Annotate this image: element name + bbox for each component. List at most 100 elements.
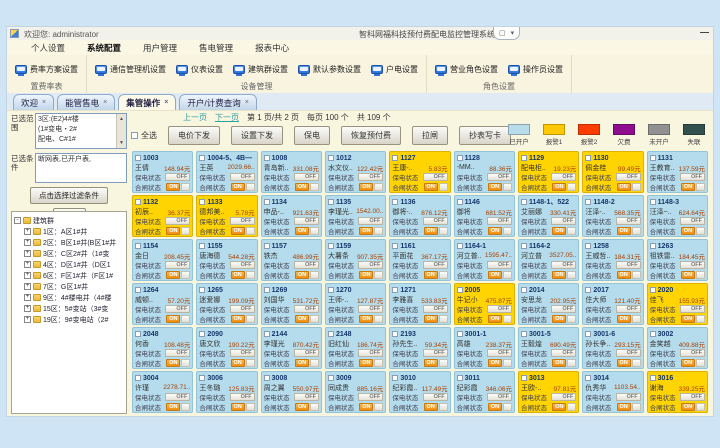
card-checkbox[interactable] bbox=[135, 243, 141, 249]
switch-on-button[interactable]: ON bbox=[295, 227, 309, 235]
select-all-checkbox[interactable] bbox=[131, 132, 138, 139]
card-checkbox[interactable] bbox=[392, 199, 398, 205]
card-checkbox[interactable] bbox=[521, 375, 527, 381]
switch-on-button[interactable]: ON bbox=[552, 315, 566, 323]
switch-on-button[interactable]: ON bbox=[552, 271, 566, 279]
switch-on-button[interactable]: ON bbox=[424, 183, 438, 191]
listbox-scrollbar[interactable]: ▲▼ bbox=[116, 114, 126, 148]
switch-on-button[interactable]: ON bbox=[295, 271, 309, 279]
ribbon-button[interactable]: 操作员设置 bbox=[508, 64, 563, 75]
window-controls[interactable]: ▢ ▾ bbox=[493, 27, 520, 40]
switch-on-button[interactable]: ON bbox=[424, 403, 438, 411]
menu-item[interactable]: 售电管理 bbox=[199, 42, 233, 54]
switch-on-button[interactable]: ON bbox=[359, 359, 373, 367]
power-keep-off-button[interactable]: OFF bbox=[616, 173, 641, 181]
power-keep-off-button[interactable]: OFF bbox=[680, 217, 705, 225]
card-checkbox[interactable] bbox=[264, 375, 270, 381]
card-checkbox[interactable] bbox=[328, 287, 334, 293]
toolbar-button[interactable]: 恢复预付费 bbox=[341, 126, 401, 145]
card-checkbox[interactable] bbox=[328, 199, 334, 205]
expand-box-icon[interactable]: + bbox=[24, 283, 31, 290]
switch-on-button[interactable]: ON bbox=[231, 403, 245, 411]
switch-on-button[interactable]: ON bbox=[166, 271, 180, 279]
expand-box-icon[interactable]: + bbox=[24, 316, 31, 323]
power-keep-off-button[interactable]: OFF bbox=[423, 393, 448, 401]
toolbar-button[interactable]: 电价下发 bbox=[168, 126, 220, 145]
switch-on-button[interactable]: ON bbox=[231, 227, 245, 235]
power-keep-off-button[interactable]: OFF bbox=[230, 173, 255, 181]
switch-on-button[interactable]: ON bbox=[295, 183, 309, 191]
power-keep-off-button[interactable]: OFF bbox=[230, 349, 255, 357]
switch-on-button[interactable]: ON bbox=[424, 227, 438, 235]
scroll-up-icon[interactable]: ▲ bbox=[119, 114, 124, 124]
power-keep-off-button[interactable]: OFF bbox=[616, 393, 641, 401]
tab-close-icon[interactable]: × bbox=[42, 99, 46, 106]
switch-on-button[interactable]: ON bbox=[424, 359, 438, 367]
expand-box-icon[interactable]: + bbox=[24, 228, 31, 235]
switch-on-button[interactable]: ON bbox=[166, 183, 180, 191]
menu-item[interactable]: 报表中心 bbox=[255, 42, 289, 54]
toolbar-button[interactable]: 拉闸 bbox=[412, 126, 448, 145]
card-checkbox[interactable] bbox=[135, 155, 141, 161]
power-keep-off-button[interactable]: OFF bbox=[616, 305, 641, 313]
power-keep-off-button[interactable]: OFF bbox=[680, 173, 705, 181]
switch-on-button[interactable]: ON bbox=[681, 183, 695, 191]
power-keep-off-button[interactable]: OFF bbox=[230, 393, 255, 401]
toolbar-button[interactable]: 设置下发 bbox=[231, 126, 283, 145]
switch-on-button[interactable]: ON bbox=[681, 271, 695, 279]
switch-on-button[interactable]: ON bbox=[552, 227, 566, 235]
card-checkbox[interactable] bbox=[392, 243, 398, 249]
switch-on-button[interactable]: ON bbox=[488, 403, 502, 411]
tab-close-icon[interactable]: × bbox=[103, 99, 107, 106]
power-keep-off-button[interactable]: OFF bbox=[680, 305, 705, 313]
power-keep-off-button[interactable]: OFF bbox=[487, 261, 512, 269]
switch-on-button[interactable]: ON bbox=[424, 315, 438, 323]
power-keep-off-button[interactable]: OFF bbox=[230, 261, 255, 269]
ribbon-button[interactable]: 建筑群设置 bbox=[233, 64, 288, 75]
power-keep-off-button[interactable]: OFF bbox=[551, 261, 576, 269]
switch-on-button[interactable]: ON bbox=[617, 271, 631, 279]
power-keep-off-button[interactable]: OFF bbox=[487, 305, 512, 313]
tree-item[interactable]: +9区：4#楼电井（4#楼 bbox=[24, 292, 124, 303]
card-checkbox[interactable] bbox=[328, 243, 334, 249]
power-keep-off-button[interactable]: OFF bbox=[294, 217, 319, 225]
tab-close-icon[interactable]: × bbox=[164, 99, 168, 106]
switch-on-button[interactable]: ON bbox=[424, 271, 438, 279]
ribbon-button[interactable]: 默认参数设置 bbox=[298, 64, 361, 75]
tree-item[interactable]: +1区：A区1#井 bbox=[24, 226, 124, 237]
card-checkbox[interactable] bbox=[135, 287, 141, 293]
switch-on-button[interactable]: ON bbox=[552, 403, 566, 411]
ribbon-button[interactable]: 营业角色设置 bbox=[435, 64, 498, 75]
power-keep-off-button[interactable]: OFF bbox=[551, 305, 576, 313]
power-keep-off-button[interactable]: OFF bbox=[616, 349, 641, 357]
tree-root[interactable]: - 建筑群 bbox=[14, 215, 124, 226]
switch-on-button[interactable]: ON bbox=[359, 315, 373, 323]
card-checkbox[interactable] bbox=[521, 243, 527, 249]
switch-on-button[interactable]: ON bbox=[231, 183, 245, 191]
expand-box-icon[interactable]: + bbox=[24, 294, 31, 301]
card-checkbox[interactable] bbox=[521, 331, 527, 337]
switch-on-button[interactable]: ON bbox=[488, 227, 502, 235]
power-keep-off-button[interactable]: OFF bbox=[423, 217, 448, 225]
tree-item[interactable]: +15区：5#变站（3#变 bbox=[24, 303, 124, 314]
card-checkbox[interactable] bbox=[457, 155, 463, 161]
switch-on-button[interactable]: ON bbox=[552, 359, 566, 367]
power-keep-off-button[interactable]: OFF bbox=[551, 217, 576, 225]
card-checkbox[interactable] bbox=[392, 155, 398, 161]
prev-page-link[interactable]: 上一页 bbox=[183, 112, 207, 123]
tree-item[interactable]: +6区：F区1#井（F区1# bbox=[24, 270, 124, 281]
card-checkbox[interactable] bbox=[650, 199, 656, 205]
tree-item[interactable]: +19区：9#变电站（2# bbox=[24, 314, 124, 325]
card-checkbox[interactable] bbox=[264, 155, 270, 161]
power-keep-off-button[interactable]: OFF bbox=[358, 393, 383, 401]
switch-on-button[interactable]: ON bbox=[681, 359, 695, 367]
power-keep-off-button[interactable]: OFF bbox=[358, 305, 383, 313]
minimize-button[interactable]: — bbox=[700, 27, 709, 37]
switch-on-button[interactable]: ON bbox=[617, 227, 631, 235]
switch-on-button[interactable]: ON bbox=[617, 315, 631, 323]
power-keep-off-button[interactable]: OFF bbox=[165, 217, 190, 225]
card-checkbox[interactable] bbox=[264, 199, 270, 205]
switch-on-button[interactable]: ON bbox=[617, 359, 631, 367]
switch-on-button[interactable]: ON bbox=[359, 271, 373, 279]
card-checkbox[interactable] bbox=[521, 287, 527, 293]
